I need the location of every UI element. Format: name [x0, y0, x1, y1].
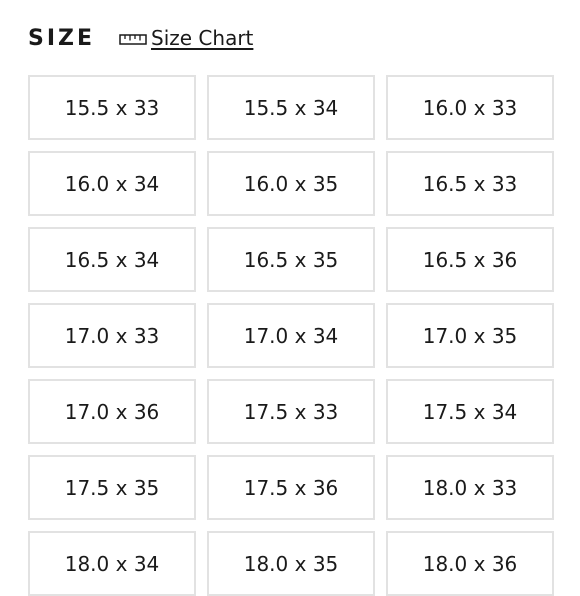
size-option[interactable]: 16.0 x 35: [207, 151, 375, 216]
size-option[interactable]: 17.0 x 33: [28, 303, 196, 368]
size-option[interactable]: 15.5 x 34: [207, 75, 375, 140]
size-option[interactable]: 16.5 x 36: [386, 227, 554, 292]
size-option[interactable]: 17.0 x 36: [28, 379, 196, 444]
size-option[interactable]: 15.5 x 33: [28, 75, 196, 140]
size-option[interactable]: 17.5 x 33: [207, 379, 375, 444]
size-option[interactable]: 18.0 x 34: [28, 531, 196, 596]
size-option[interactable]: 16.5 x 33: [386, 151, 554, 216]
size-option[interactable]: 16.0 x 34: [28, 151, 196, 216]
size-option[interactable]: 18.0 x 36: [386, 531, 554, 596]
size-option[interactable]: 18.0 x 33: [386, 455, 554, 520]
size-option[interactable]: 17.5 x 34: [386, 379, 554, 444]
size-option[interactable]: 17.0 x 34: [207, 303, 375, 368]
size-chart-label: Size Chart: [151, 26, 254, 50]
size-options-grid: 15.5 x 33 15.5 x 34 16.0 x 33 16.0 x 34 …: [28, 75, 554, 596]
size-header: SIZE Size Chart: [28, 22, 253, 54]
ruler-icon: [119, 31, 147, 45]
size-option[interactable]: 17.5 x 35: [28, 455, 196, 520]
size-option[interactable]: 16.5 x 34: [28, 227, 196, 292]
size-option[interactable]: 16.5 x 35: [207, 227, 375, 292]
size-option[interactable]: 17.5 x 36: [207, 455, 375, 520]
size-title: SIZE: [28, 25, 96, 51]
size-option[interactable]: 17.0 x 35: [386, 303, 554, 368]
size-chart-link[interactable]: Size Chart: [119, 26, 253, 50]
size-option[interactable]: 16.0 x 33: [386, 75, 554, 140]
size-option[interactable]: 18.0 x 35: [207, 531, 375, 596]
